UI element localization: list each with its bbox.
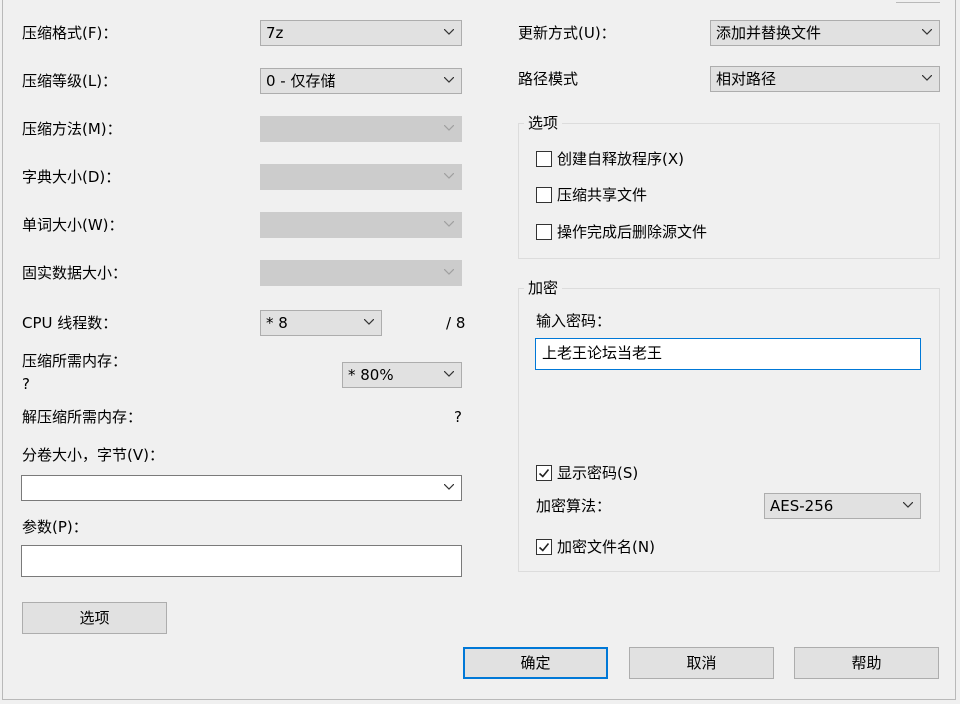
ok-button[interactable]: 确定	[463, 647, 608, 679]
algo-value: AES-256	[770, 497, 834, 515]
chevron-down-icon	[444, 371, 454, 377]
show-password-checkbox[interactable]: 显示密码(S)	[536, 462, 638, 483]
title-bar-edge	[896, 0, 940, 3]
algo-label: 加密算法：	[536, 497, 612, 515]
delete-checkbox[interactable]: 操作完成后删除源文件	[536, 221, 707, 242]
format-value: 7z	[266, 24, 284, 42]
encrypt-group	[518, 288, 940, 572]
chevron-down-icon	[364, 319, 374, 325]
mem-comp-label: 压缩所需内存：	[22, 352, 128, 370]
word-label: 单词大小(W)：	[22, 216, 124, 234]
chevron-down-icon	[444, 269, 454, 275]
cpu-label: CPU 线程数：	[22, 314, 118, 332]
chevron-down-icon	[444, 484, 454, 490]
format-combo[interactable]: 7z	[260, 20, 462, 46]
show-password-label: 显示密码(S)	[557, 464, 639, 482]
sfx-checkbox-box[interactable]	[536, 150, 552, 167]
password-label: 输入密码：	[536, 312, 612, 330]
delete-label: 操作完成后删除源文件	[557, 223, 708, 241]
delete-checkbox-box[interactable]	[536, 223, 552, 240]
chevron-down-icon	[444, 221, 454, 227]
encrypt-group-title: 加密	[524, 279, 563, 297]
method-label: 压缩方法(M)：	[22, 120, 122, 138]
volume-label: 分卷大小，字节(V)：	[22, 446, 164, 464]
check-icon	[538, 468, 550, 478]
word-combo[interactable]	[260, 212, 462, 238]
mem-decomp-label: 解压缩所需内存：	[22, 408, 143, 426]
encrypt-names-label: 加密文件名(N)	[557, 538, 655, 556]
mem-percent-value: * 80%	[348, 366, 394, 384]
encrypt-names-checkbox-box[interactable]	[536, 538, 552, 555]
level-value: 0 - 仅存储	[266, 72, 336, 90]
solid-combo[interactable]	[260, 260, 462, 286]
dict-label: 字典大小(D)：	[22, 168, 121, 186]
cpu-value: * 8	[266, 314, 288, 332]
chevron-down-icon	[444, 173, 454, 179]
update-combo[interactable]: 添加并替换文件	[710, 20, 940, 46]
check-icon	[538, 542, 550, 552]
path-combo[interactable]: 相对路径	[710, 66, 940, 92]
sfx-checkbox[interactable]: 创建自释放程序(X)	[536, 148, 684, 169]
chevron-down-icon	[922, 29, 932, 35]
update-label: 更新方式(U)：	[518, 24, 616, 42]
chevron-down-icon	[444, 77, 454, 83]
level-label: 压缩等级(L)：	[22, 72, 118, 90]
shared-checkbox-box[interactable]	[536, 186, 552, 203]
chevron-down-icon	[444, 29, 454, 35]
mem-decomp-value: ?	[454, 408, 462, 426]
help-button[interactable]: 帮助	[794, 647, 939, 679]
dict-combo[interactable]	[260, 164, 462, 190]
chevron-down-icon	[444, 125, 454, 131]
params-input[interactable]	[21, 545, 462, 577]
path-label: 路径模式	[518, 70, 579, 88]
mem-percent-combo[interactable]: * 80%	[342, 362, 462, 388]
format-label: 压缩格式(F)：	[22, 24, 118, 42]
mem-comp-value: ?	[22, 375, 30, 393]
password-input[interactable]: 上老王论坛当老王	[535, 338, 921, 370]
chevron-down-icon	[903, 502, 913, 508]
solid-label: 固实数据大小：	[22, 264, 128, 282]
sfx-label: 创建自释放程序(X)	[557, 150, 684, 168]
shared-checkbox[interactable]: 压缩共享文件	[536, 184, 647, 205]
volume-combo[interactable]	[21, 475, 462, 501]
options-group-title: 选项	[524, 114, 563, 132]
show-password-checkbox-box[interactable]	[536, 464, 552, 481]
level-combo[interactable]: 0 - 仅存储	[260, 68, 462, 94]
cpu-combo[interactable]: * 8	[260, 310, 382, 336]
method-combo[interactable]	[260, 116, 462, 142]
update-value: 添加并替换文件	[716, 24, 822, 42]
params-label: 参数(P)：	[22, 518, 88, 536]
algo-combo[interactable]: AES-256	[764, 493, 921, 519]
path-value: 相对路径	[716, 70, 777, 88]
encrypt-names-checkbox[interactable]: 加密文件名(N)	[536, 536, 655, 557]
cancel-button[interactable]: 取消	[629, 647, 774, 679]
shared-label: 压缩共享文件	[557, 186, 648, 204]
chevron-down-icon	[922, 75, 932, 81]
cpu-max: / 8	[446, 314, 466, 332]
options-button[interactable]: 选项	[22, 602, 167, 634]
